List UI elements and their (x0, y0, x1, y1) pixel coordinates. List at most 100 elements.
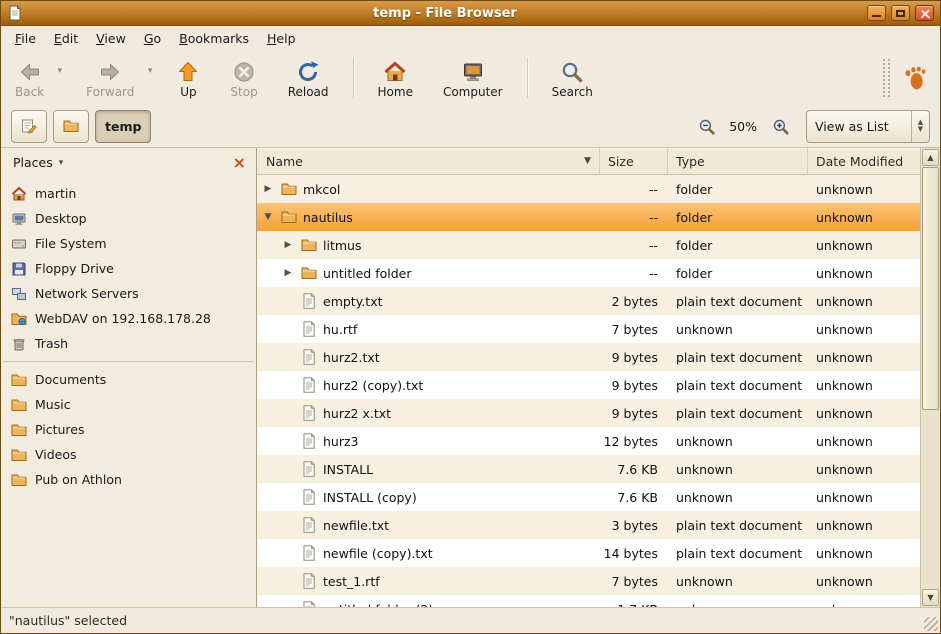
menu-edit[interactable]: Edit (46, 29, 86, 48)
place-videos[interactable]: Videos (1, 442, 256, 467)
expander-expanded-icon[interactable]: ▼ (261, 212, 275, 222)
folder-icon (11, 422, 27, 438)
view-selector-value: View as List (807, 119, 911, 134)
file-list-body: ▶mkcol--folderunknown▼nautilus--folderun… (257, 175, 920, 607)
file-size: -- (600, 266, 668, 281)
dropdown-arrow-icon[interactable]: ▾ (148, 66, 153, 76)
webdav-icon (11, 311, 27, 327)
file-row-nautilus[interactable]: ▼nautilus--folderunknown (257, 203, 920, 231)
scroll-track[interactable] (922, 167, 939, 588)
file-row-newfile-copy-txt[interactable]: newfile (copy).txt14 bytesplain text doc… (257, 539, 920, 567)
menu-file[interactable]: File (7, 29, 44, 48)
computer-button[interactable]: Computer (435, 57, 511, 100)
file-size: 7 bytes (600, 322, 668, 337)
file-row-untitled-folder-2[interactable]: untitled folder (2)1.7 KBunknownunknown (257, 595, 920, 607)
file-row-empty-txt[interactable]: empty.txt2 bytesplain text documentunkno… (257, 287, 920, 315)
expander-collapsed-icon[interactable]: ▶ (281, 240, 295, 250)
place-trash[interactable]: Trash (1, 331, 256, 356)
scroll-down-button[interactable]: ▼ (922, 589, 939, 606)
minimize-button[interactable] (867, 5, 886, 21)
maximize-button[interactable] (891, 5, 910, 21)
folder-icon (281, 181, 297, 197)
text-file-icon (301, 433, 317, 449)
text-file-icon (301, 321, 317, 337)
menu-view[interactable]: View (88, 29, 134, 48)
folder-icon (281, 209, 297, 225)
path-button-temp[interactable]: temp (95, 110, 151, 143)
file-row-hurz2-txt[interactable]: hurz2.txt9 bytesplain text documentunkno… (257, 343, 920, 371)
menu-help[interactable]: Help (259, 29, 304, 48)
file-type: folder (668, 182, 808, 197)
file-row-install-copy[interactable]: INSTALL (copy)7.6 KBunknownunknown (257, 483, 920, 511)
file-row-hu-rtf[interactable]: hu.rtf7 bytesunknownunknown (257, 315, 920, 343)
sidebar-header: Places ▾ × (1, 148, 256, 177)
file-row-install[interactable]: INSTALL7.6 KBunknownunknown (257, 455, 920, 483)
file-row-hurz3[interactable]: hurz312 bytesunknownunknown (257, 427, 920, 455)
reload-button[interactable]: Reload (280, 57, 337, 100)
places-selector[interactable]: Places ▾ (11, 153, 69, 172)
text-file-icon (301, 489, 317, 505)
place-pictures[interactable]: Pictures (1, 417, 256, 442)
vertical-scrollbar[interactable]: ▲ ▼ (920, 148, 940, 607)
text-file-icon (301, 545, 317, 561)
chevron-down-icon: ▾ (59, 158, 64, 168)
file-type: plain text document (668, 350, 808, 365)
file-size: 7 bytes (600, 574, 668, 589)
titlebar[interactable]: temp - File Browser (1, 1, 940, 26)
resize-grip[interactable] (924, 617, 938, 631)
search-button[interactable]: Search (544, 57, 601, 100)
folder-icon (11, 397, 27, 413)
zoom-out-button[interactable] (694, 114, 718, 138)
scroll-thumb[interactable] (922, 167, 939, 410)
place-music[interactable]: Music (1, 392, 256, 417)
file-type: folder (668, 210, 808, 225)
desktop-icon (11, 211, 27, 227)
column-header-date-modified[interactable]: Date Modified (808, 148, 920, 174)
place-desktop[interactable]: Desktop (1, 206, 256, 231)
view-selector[interactable]: View as List ▲▼ (806, 110, 930, 143)
place-pub-on-athlon[interactable]: Pub on Athlon (1, 467, 256, 492)
file-type: plain text document (668, 518, 808, 533)
file-type: unknown (668, 574, 808, 589)
file-row-litmus[interactable]: ▶litmus--folderunknown (257, 231, 920, 259)
toolbar-grip[interactable] (883, 59, 890, 97)
sidebar-close-button[interactable]: × (230, 156, 249, 170)
forward-button: Forward▾ (78, 57, 142, 100)
column-header-name[interactable]: Name ▼ (257, 148, 600, 174)
root-folder-button[interactable] (53, 110, 89, 143)
place-network-servers[interactable]: Network Servers (1, 281, 256, 306)
place-webdav-on-192-168-178-28[interactable]: WebDAV on 192.168.178.28 (1, 306, 256, 331)
place-floppy-drive[interactable]: Floppy Drive (1, 256, 256, 281)
menu-go[interactable]: Go (136, 29, 169, 48)
column-header-size[interactable]: Size (600, 148, 668, 174)
toggle-location-entry-button[interactable] (11, 110, 47, 143)
stop-icon (232, 60, 256, 84)
file-type: folder (668, 238, 808, 253)
file-row-hurz2-x-txt[interactable]: hurz2 x.txt9 bytesplain text documentunk… (257, 399, 920, 427)
file-row-mkcol[interactable]: ▶mkcol--folderunknown (257, 175, 920, 203)
menu-bookmarks[interactable]: Bookmarks (171, 29, 257, 48)
expander-collapsed-icon[interactable]: ▶ (261, 184, 275, 194)
close-button[interactable] (915, 5, 934, 21)
file-row-untitled-folder[interactable]: ▶untitled folder--folderunknown (257, 259, 920, 287)
file-name: nautilus (303, 210, 353, 225)
place-documents[interactable]: Documents (1, 367, 256, 392)
place-file-system[interactable]: File System (1, 231, 256, 256)
file-row-test-1-rtf[interactable]: test_1.rtf7 bytesunknownunknown (257, 567, 920, 595)
search-icon (560, 60, 584, 84)
column-header-type[interactable]: Type (668, 148, 808, 174)
expander-collapsed-icon[interactable]: ▶ (281, 268, 295, 278)
zoom-in-icon (772, 118, 789, 135)
folder-icon (11, 372, 27, 388)
file-row-newfile-txt[interactable]: newfile.txt3 bytesplain text documentunk… (257, 511, 920, 539)
dropdown-arrow-icon[interactable]: ▾ (58, 66, 63, 76)
file-row-hurz2-copy-txt[interactable]: hurz2 (copy).txt9 bytesplain text docume… (257, 371, 920, 399)
place-martin[interactable]: martin (1, 181, 256, 206)
file-size: 9 bytes (600, 378, 668, 393)
up-button[interactable]: Up (168, 57, 208, 100)
places-list: martinDesktopFile SystemFloppy DriveNetw… (1, 177, 256, 607)
home-button[interactable]: Home (370, 57, 421, 100)
scroll-up-button[interactable]: ▲ (922, 149, 939, 166)
combo-spinner-icon[interactable]: ▲▼ (911, 111, 929, 142)
zoom-in-button[interactable] (768, 114, 792, 138)
